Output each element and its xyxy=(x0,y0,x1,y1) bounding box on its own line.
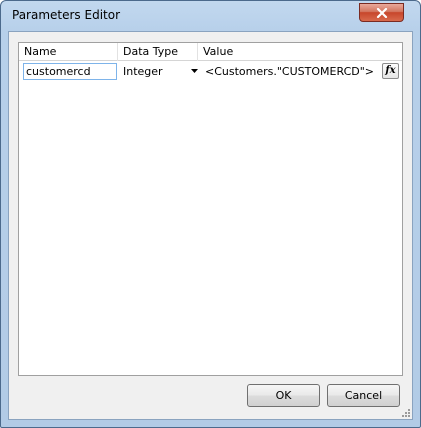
data-type-select[interactable]: Integer xyxy=(120,63,200,80)
resize-grip-icon[interactable] xyxy=(401,408,411,418)
cancel-button[interactable]: Cancel xyxy=(327,384,400,407)
title-bar[interactable]: Parameters Editor xyxy=(1,1,420,31)
dropdown-arrow-icon xyxy=(191,69,198,73)
parameters-grid: Name Data Type Value Integer <Customers.… xyxy=(18,42,403,376)
fx-icon: fx xyxy=(385,65,396,76)
column-header-data-type[interactable]: Data Type xyxy=(118,43,198,61)
dialog-body: Name Data Type Value Integer <Customers.… xyxy=(8,31,413,420)
column-header-value[interactable]: Value xyxy=(198,43,402,61)
parameter-value-field[interactable]: <Customers."CUSTOMERCD"> xyxy=(203,63,378,80)
parameter-name-input[interactable] xyxy=(23,63,117,80)
grid-header: Name Data Type Value xyxy=(19,43,402,61)
data-type-value: Integer xyxy=(123,65,163,78)
close-icon xyxy=(376,8,388,18)
parameters-editor-window: Parameters Editor Name Data Type Value I… xyxy=(0,0,421,428)
ok-button[interactable]: OK xyxy=(247,384,320,407)
expression-editor-button[interactable]: fx xyxy=(382,63,399,79)
close-button[interactable] xyxy=(359,3,404,22)
table-row: Integer <Customers."CUSTOMERCD"> fx xyxy=(19,62,402,81)
window-title: Parameters Editor xyxy=(12,8,121,22)
column-header-name[interactable]: Name xyxy=(19,43,118,61)
